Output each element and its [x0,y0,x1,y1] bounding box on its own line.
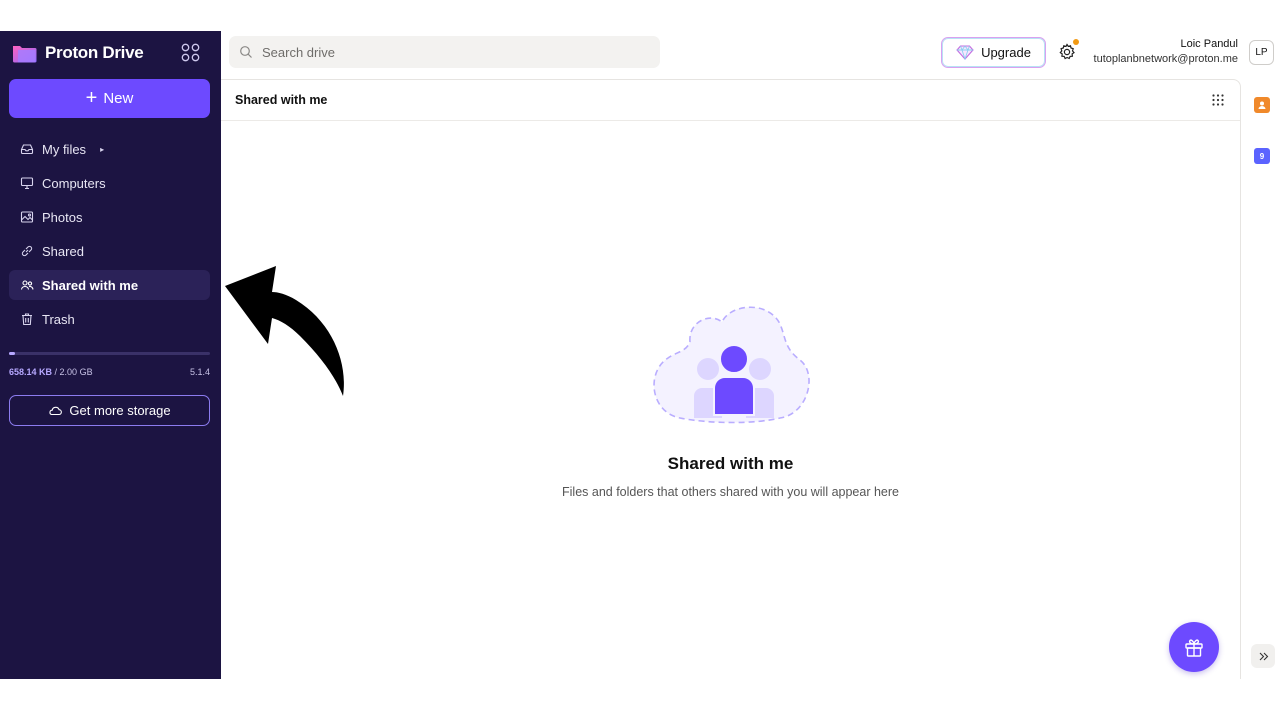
shared-users-illustration-icon [653,306,810,424]
trash-icon [22,313,32,326]
diamond-icon [956,45,974,60]
empty-state-title: Shared with me [667,454,794,473]
sidebar-item-label: Shared [42,243,84,259]
sidebar-item-shared-with-me[interactable]: Shared with me [9,270,210,300]
user-name[interactable]: Loic Pandul [1181,38,1239,50]
storage-usage-text: 658.14 KB / 2.00 GB [9,367,93,377]
double-chevron-right-icon [1259,652,1268,660]
sidebar-item-photos[interactable]: Photos [9,202,210,232]
main-panel: Shared with me Shared with me Files and … [221,79,1241,679]
person-icon [1258,101,1266,109]
storage-separator: / [52,367,60,377]
new-button[interactable]: + New [9,79,210,118]
search-bar[interactable] [229,36,660,68]
calendar-app-icon[interactable]: 9 [1254,148,1270,164]
sidebar-nav: My files ▸ Computers Photos Shared Share… [9,134,210,338]
link-icon [21,245,33,257]
sidebar-item-trash[interactable]: Trash [9,304,210,334]
brand-name: Proton Drive [45,43,144,62]
chevron-right-icon[interactable]: ▸ [100,145,104,154]
header-divider [221,120,1240,121]
gear-icon[interactable] [1058,43,1076,61]
storage-progress-fill [9,352,15,355]
sidebar: Proton Drive + New My files ▸ Computers [0,31,221,679]
app-version[interactable]: 5.1.4 [182,367,210,377]
sidebar-item-label: Computers [42,175,106,191]
sidebar-item-my-files[interactable]: My files ▸ [9,134,210,164]
gift-button[interactable] [1169,622,1219,672]
collapse-sidebar-button[interactable] [1251,644,1275,668]
plus-icon: + [85,86,98,109]
upgrade-button[interactable]: Upgrade [941,37,1046,68]
sidebar-item-shared[interactable]: Shared [9,236,210,266]
cloud-drive-icon [20,144,34,155]
get-more-storage-button[interactable]: Get more storage [9,395,210,426]
brand[interactable]: Proton Drive [12,42,144,64]
sidebar-item-label: Trash [42,311,75,327]
sidebar-item-label: My files [42,141,87,157]
user-email[interactable]: tutoplanbnetwork@proton.me [1094,53,1238,65]
get-more-storage-label: Get more storage [69,403,171,418]
contacts-app-icon[interactable] [1254,97,1270,113]
users-icon [20,280,34,290]
sidebar-item-label: Photos [42,209,83,225]
storage-total: 2.00 GB [59,367,93,377]
upgrade-button-label: Upgrade [981,45,1031,60]
empty-state-subtitle: Files and folders that others shared wit… [562,485,899,499]
new-button-label: New [103,90,134,107]
app-window: Proton Drive + New My files ▸ Computers [0,31,1280,679]
sidebar-item-label: Shared with me [42,277,139,293]
cloud-icon [49,406,63,416]
search-input[interactable] [262,44,642,60]
sidebar-item-computers[interactable]: Computers [9,168,210,198]
gift-icon [1185,639,1203,657]
monitor-icon [20,177,34,190]
storage-progress-bar [9,352,210,355]
annotation-arrow-icon [225,266,344,396]
page-title: Shared with me [235,93,328,107]
avatar[interactable]: LP [1249,40,1274,65]
notification-dot [1073,39,1079,45]
proton-drive-logo-icon [13,45,37,62]
storage-used: 658.14 KB [9,367,53,377]
search-icon [240,46,252,58]
grid-view-icon[interactable] [1211,93,1225,107]
image-icon [20,211,34,223]
apps-grid-icon[interactable] [181,43,200,62]
